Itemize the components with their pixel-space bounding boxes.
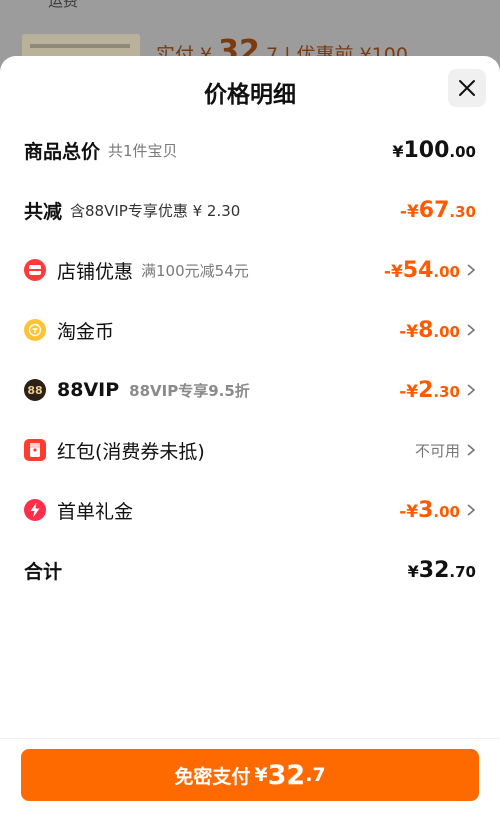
sheet-title: 价格明细 xyxy=(204,82,296,108)
total-goods-amount: ¥100.00 xyxy=(392,137,476,163)
shop-discount-label: 店铺优惠 xyxy=(57,260,134,283)
chevron-right-icon xyxy=(467,324,476,336)
pay-button-label: 免密支付 xyxy=(174,765,251,788)
shop-discount-amount: -¥ 54.00 xyxy=(384,258,476,283)
chevron-right-icon xyxy=(467,444,476,456)
shop-icon xyxy=(24,259,46,281)
red-packet-status: 不可用 xyxy=(415,440,476,461)
bg-shipping-text: 运费 xyxy=(48,0,79,10)
tao-coin-label: 淘金币 xyxy=(57,320,115,343)
total-goods-label: 商品总价 xyxy=(24,140,101,163)
price-detail-sheet: 价格明细 商品总价 共1件宝贝 ¥100.00 共减 含88VIP专享优惠 ¥ … xyxy=(0,56,500,818)
chevron-right-icon xyxy=(467,264,476,276)
red-packet-icon xyxy=(24,439,46,461)
row-sum: 合计 ¥32.70 xyxy=(24,555,476,585)
chevron-right-icon xyxy=(467,384,476,396)
payment-bar: 免密支付 ¥32.7 xyxy=(0,738,500,818)
row-red-packet[interactable]: 红包(消费券未抵) 不可用 xyxy=(24,435,476,465)
pay-button[interactable]: 免密支付 ¥32.7 xyxy=(21,749,479,801)
close-icon xyxy=(459,80,475,96)
sum-label: 合计 xyxy=(24,560,63,583)
row-shop-discount[interactable]: 店铺优惠 满100元减54元 -¥ 54.00 xyxy=(24,255,476,285)
total-discount-note: 含88VIP专享优惠 ¥ 2.30 xyxy=(70,201,241,220)
total-discount-amount: -¥ 67.30 xyxy=(399,197,476,223)
total-goods-count: 共1件宝贝 xyxy=(108,141,178,160)
vip-badge-icon: 88 xyxy=(24,379,46,401)
total-discount-label: 共减 xyxy=(24,200,63,223)
row-first-order-gift[interactable]: 首单礼金 -¥ 3.00 xyxy=(24,495,476,525)
row-total-goods: 商品总价 共1件宝贝 ¥100.00 xyxy=(24,135,476,165)
first-order-amount: -¥ 3.00 xyxy=(399,498,476,523)
close-button[interactable] xyxy=(448,69,486,107)
sum-amount: ¥32.70 xyxy=(407,557,476,583)
row-total-discount: 共减 含88VIP专享优惠 ¥ 2.30 -¥ 67.30 xyxy=(24,195,476,225)
first-order-label: 首单礼金 xyxy=(57,500,134,523)
red-packet-label: 红包(消费券未抵) xyxy=(57,440,205,463)
chevron-right-icon xyxy=(467,504,476,516)
vip-note: 88VIP专享9.5折 xyxy=(129,381,250,400)
row-88vip[interactable]: 88 88VIP 88VIP专享9.5折 -¥ 2.30 xyxy=(24,375,476,405)
lightning-icon xyxy=(24,499,46,521)
row-tao-coin[interactable]: 淘金币 -¥ 8.00 xyxy=(24,315,476,345)
tao-coin-amount: -¥ 8.00 xyxy=(399,318,476,343)
shop-discount-note: 满100元减54元 xyxy=(141,261,249,280)
coin-icon xyxy=(24,319,46,341)
vip-amount: -¥ 2.30 xyxy=(399,378,476,403)
vip-label: 88VIP xyxy=(57,379,120,401)
